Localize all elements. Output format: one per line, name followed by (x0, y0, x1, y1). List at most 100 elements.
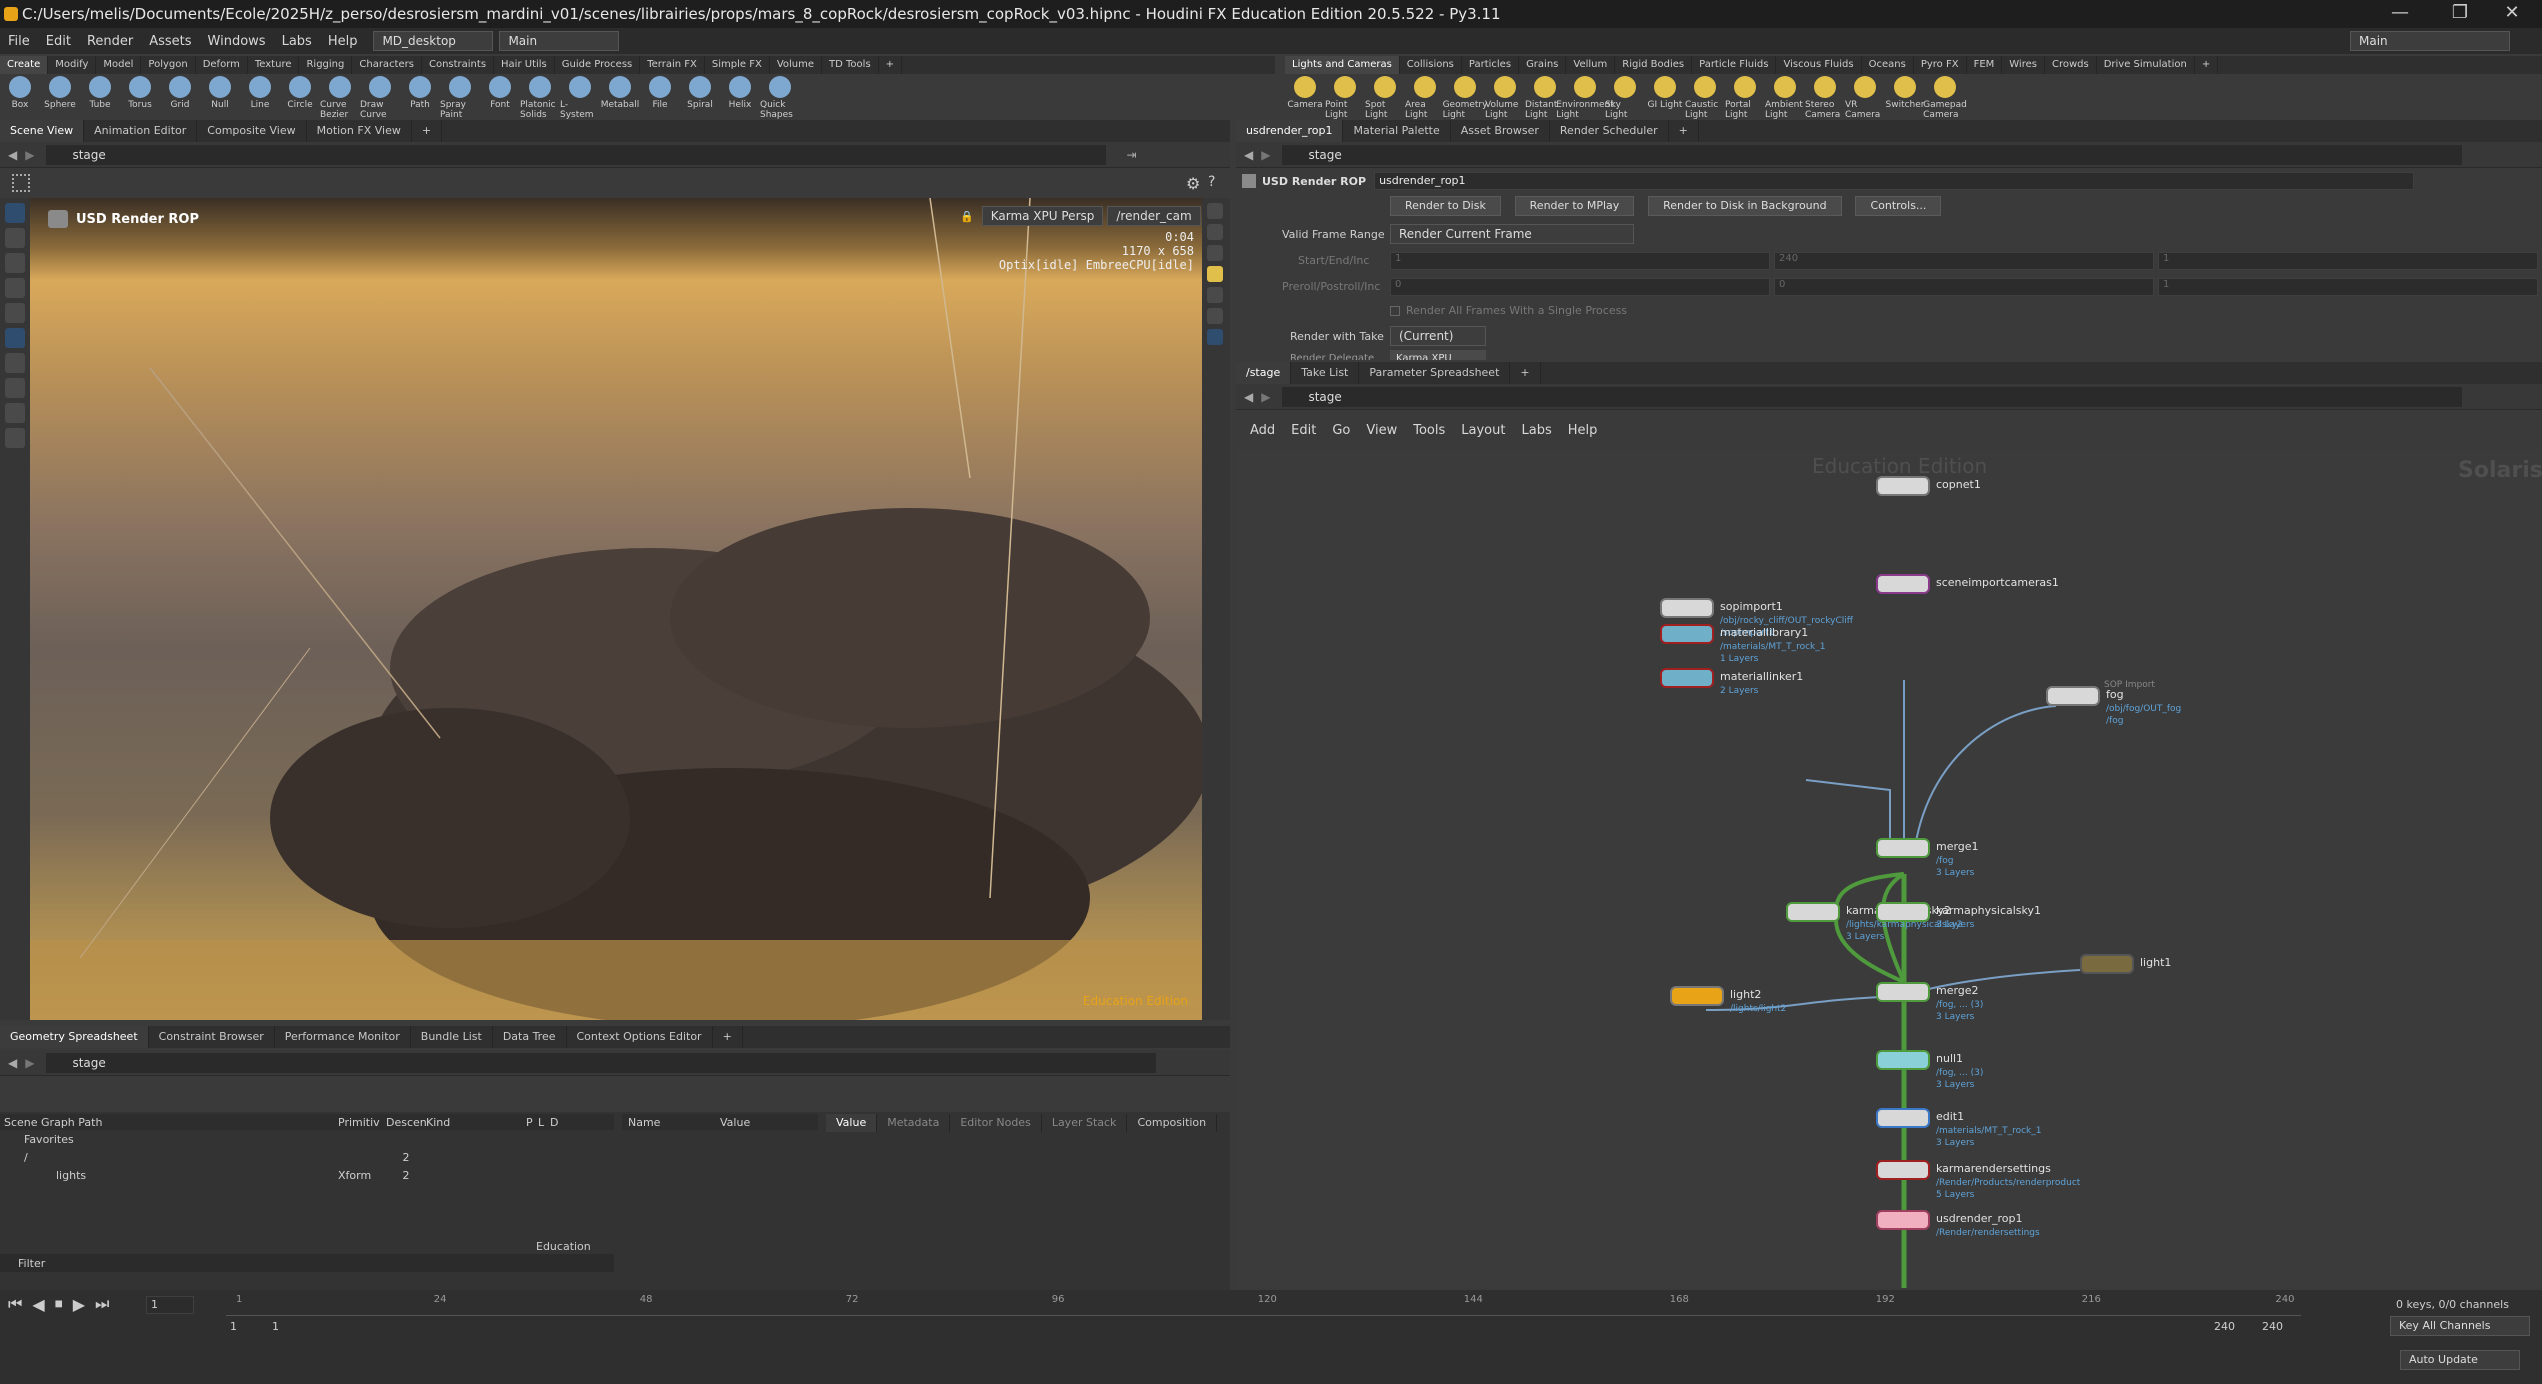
desktop-select[interactable]: MD_desktop (373, 31, 494, 51)
range-start2[interactable]: 1 (272, 1320, 279, 1333)
shelf-right-tab[interactable]: Particle Fluids (1692, 56, 1777, 74)
bottom-stage-path[interactable]: stage (46, 1052, 1157, 1073)
back-icon[interactable]: ◀ (8, 148, 17, 162)
tab-material-palette[interactable]: Material Palette (1343, 120, 1451, 142)
tab-take-list[interactable]: Take List (1291, 362, 1360, 384)
preroll-inc-field[interactable]: 1 (2158, 278, 2538, 296)
header-kind[interactable]: Kind (426, 1116, 526, 1129)
node-merge1[interactable] (1876, 838, 1930, 858)
node-null1[interactable] (1876, 1050, 1930, 1070)
tab-metadata[interactable]: Metadata (877, 1114, 951, 1132)
move-tool-icon[interactable] (5, 253, 25, 273)
shelf-left-tab[interactable]: Texture (248, 56, 300, 74)
shelf-left-tab[interactable]: Hair Utils (494, 56, 555, 74)
key-all-channels-button[interactable]: Key All Channels (2390, 1316, 2530, 1336)
node-sopimport[interactable] (1660, 598, 1714, 618)
node-karma_a[interactable] (1786, 902, 1840, 922)
param-stage-path[interactable]: stage (1282, 144, 2463, 165)
play-icon[interactable]: ▶ (73, 1295, 85, 1314)
end-field[interactable]: 240 (1774, 252, 2154, 270)
header-primitive[interactable]: Primitiv (338, 1116, 386, 1129)
back-icon[interactable]: ◀ (8, 1056, 17, 1070)
lock-icon[interactable] (5, 228, 25, 248)
shelf-right-tab[interactable]: Collisions (1400, 56, 1462, 74)
menu-edit[interactable]: Edit (38, 34, 79, 49)
tree-row[interactable]: lights Xform 2 (0, 1167, 614, 1185)
node-fog_label[interactable] (2046, 686, 2100, 706)
menu-file[interactable]: File (0, 34, 38, 49)
shelf-left-tab[interactable]: Characters (352, 56, 422, 74)
rotate-tool-icon[interactable] (5, 278, 25, 298)
select-tool-icon[interactable] (5, 203, 25, 223)
camera-tool-icon[interactable] (5, 428, 25, 448)
shelf-tool[interactable]: Spray Paint (440, 74, 480, 120)
net-menu-tools[interactable]: Tools (1405, 423, 1453, 438)
jump-end-icon[interactable]: ⏭ (95, 1294, 109, 1314)
tab-usdrender-rop1[interactable]: usdrender_rop1 (1236, 120, 1344, 142)
take-select[interactable]: (Current) (1390, 326, 1486, 346)
all-frames-checkbox[interactable]: Render All Frames With a Single Process (1390, 304, 1627, 317)
menu-help[interactable]: Help (320, 34, 366, 49)
shelf-tool[interactable]: Torus (120, 74, 160, 110)
tab-performance-monitor[interactable]: Performance Monitor (275, 1026, 411, 1048)
snap-icon[interactable] (5, 403, 25, 423)
shelf-tool[interactable]: Camera (1285, 74, 1325, 110)
back-icon[interactable]: ◀ (1244, 148, 1253, 162)
node-light1[interactable] (2080, 954, 2134, 974)
net-menu-edit[interactable]: Edit (1283, 423, 1324, 438)
tab-composite-view[interactable]: Composite View (197, 120, 307, 142)
camera-select[interactable]: /render_cam (1107, 206, 1201, 226)
shelf-tool[interactable]: Path (400, 74, 440, 110)
add-tab-icon[interactable]: + (412, 120, 443, 142)
add-tab-icon[interactable]: + (713, 1026, 743, 1048)
tab-layer-stack[interactable]: Layer Stack (1042, 1114, 1128, 1132)
postroll-field[interactable]: 0 (1774, 278, 2154, 296)
node-krs[interactable] (1876, 1160, 1930, 1180)
shelf-left-tab[interactable]: Volume (770, 56, 823, 74)
shelf-tool[interactable]: Point Light (1325, 74, 1365, 120)
node-usdrop[interactable] (1876, 1210, 1930, 1230)
tab-motion-fx-view[interactable]: Motion FX View (307, 120, 412, 142)
node-merge2[interactable] (1876, 982, 1930, 1002)
forward-icon[interactable]: ▶ (1261, 148, 1270, 162)
tab-geometry-spreadsheet[interactable]: Geometry Spreadsheet (0, 1026, 149, 1048)
shelf-tool[interactable]: GI Light (1645, 74, 1685, 110)
auto-update-select[interactable]: Auto Update (2400, 1350, 2520, 1370)
shelf-left-tab[interactable]: Create (0, 56, 49, 74)
shelf-tool[interactable]: Circle (280, 74, 320, 110)
shelf-tool[interactable]: Null (200, 74, 240, 110)
render-background-button[interactable]: Render to Disk in Background (1648, 196, 1842, 216)
shelf-right-tab[interactable]: Drive Simulation (2097, 56, 2195, 74)
node-sceneimport[interactable] (1876, 574, 1930, 594)
minimize-button[interactable]: — (2370, 0, 2430, 28)
shelf-left-tab[interactable]: Simple FX (705, 56, 770, 74)
shelf-left-tab[interactable]: Terrain FX (640, 56, 705, 74)
render-to-mplay-button[interactable]: Render to MPlay (1514, 196, 1635, 216)
forward-icon[interactable]: ▶ (25, 148, 34, 162)
net-menu-help[interactable]: Help (1560, 423, 1606, 438)
range-end2[interactable]: 240 (2262, 1320, 2283, 1333)
header-name[interactable]: Name (622, 1116, 720, 1129)
shelf-tool[interactable]: Font (480, 74, 520, 110)
shelf-right-tab[interactable]: Vellum (1566, 56, 1616, 74)
shelf-tool[interactable]: Sky Light (1605, 74, 1645, 120)
shelf-right-tab[interactable]: Crowds (2045, 56, 2097, 74)
node-matlinker[interactable] (1660, 668, 1714, 688)
shelf-tool[interactable]: VR Camera (1845, 74, 1885, 120)
node-name-field[interactable]: usdrender_rop1 (1374, 172, 2415, 190)
net-menu-add[interactable]: Add (1242, 423, 1283, 438)
shelf-right-tab[interactable]: Lights and Cameras (1285, 56, 1400, 74)
shelf-right-tab[interactable]: Wires (2002, 56, 2045, 74)
controls-button[interactable]: Controls... (1855, 196, 1942, 216)
net-menu-go[interactable]: Go (1324, 423, 1358, 438)
light-icon[interactable] (1207, 266, 1223, 282)
menu-render[interactable]: Render (79, 34, 141, 49)
shelf-right-tab[interactable]: Pyro FX (1914, 56, 1967, 74)
shelf-tool[interactable]: Geometry Light (1443, 74, 1487, 120)
ghost-icon[interactable] (1207, 308, 1223, 324)
node-matlib[interactable] (1660, 624, 1714, 644)
node-copnet1[interactable] (1876, 476, 1930, 496)
shelf-left-tab[interactable]: Rigging (299, 56, 353, 74)
shelf-tool[interactable]: Metaball (600, 74, 640, 110)
start-field[interactable]: 1 (1390, 252, 1770, 270)
